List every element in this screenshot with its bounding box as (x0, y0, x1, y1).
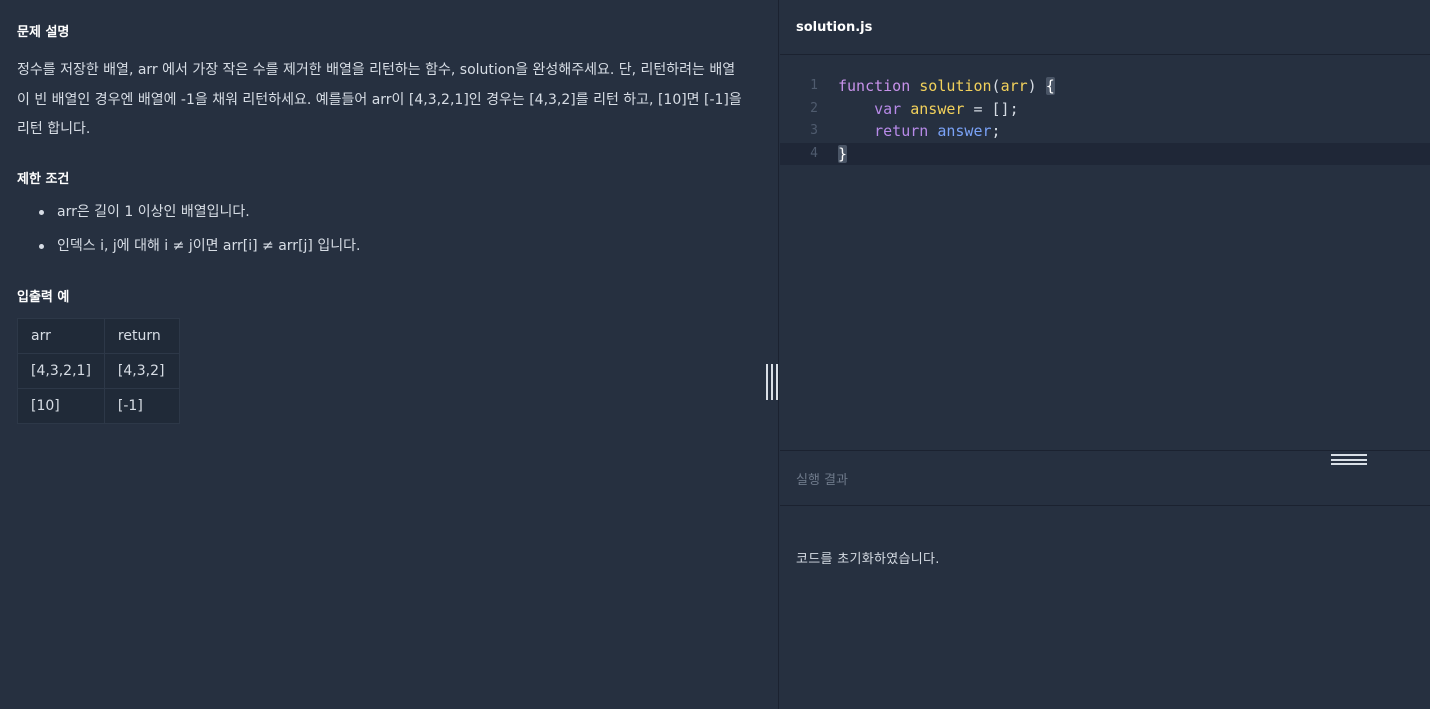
problem-description: 정수를 저장한 배열, arr 에서 가장 작은 수를 제거한 배열을 리턴하는… (17, 62, 742, 137)
table-cell: [4,3,2] (103, 353, 180, 389)
grip-line (1331, 454, 1367, 456)
line-number: 2 (810, 100, 818, 116)
grip-line (776, 364, 778, 400)
table-cell: [4,3,2,1] (17, 353, 105, 389)
grip-line (766, 364, 768, 400)
code-line[interactable]: 1 function solution(arr) { (780, 75, 1430, 98)
io-example-table: arr return [4,3,2,1] [4,3,2] [10] [-1] (17, 318, 180, 424)
problem-panel: 문제 설명 정수를 저장한 배열, arr 에서 가장 작은 수를 제거한 배열… (0, 0, 779, 709)
grip-line (771, 364, 773, 400)
editor-header: solution.js (780, 0, 1430, 55)
line-number: 4 (810, 145, 818, 161)
table-header-cell: arr (17, 318, 105, 354)
line-number: 1 (810, 78, 818, 93)
problem-heading: 문제 설명 (17, 25, 70, 40)
bullet-icon (39, 210, 44, 215)
code-text[interactable]: return answer; (838, 120, 1000, 143)
table-row: [4,3,2,1] [4,3,2] (17, 353, 180, 389)
code-line-active[interactable]: 4 } (780, 142, 1430, 166)
io-heading: 입출력 예 (17, 290, 70, 305)
table-header-cell: return (103, 318, 180, 354)
constraints-heading: 제한 조건 (17, 172, 70, 187)
code-line[interactable]: 2 var answer = []; (780, 98, 1430, 121)
code-text[interactable]: function solution(arr) { (838, 75, 1055, 98)
editor-filename: solution.js (796, 20, 873, 35)
line-number: 3 (810, 123, 818, 138)
bullet-icon (39, 244, 44, 249)
editor-panel: solution.js 1 function solution(arr) { 2… (780, 0, 1430, 709)
grip-line (1331, 463, 1367, 465)
result-title: 실행 결과 (796, 473, 848, 488)
table-cell: [-1] (103, 388, 180, 424)
vertical-resize-handle[interactable] (766, 364, 778, 400)
code-editor[interactable]: 1 function solution(arr) { 2 var answer … (780, 75, 1430, 165)
table-header-row: arr return (17, 318, 180, 354)
table-cell: [10] (17, 388, 105, 424)
code-text[interactable]: } (838, 143, 848, 166)
constraint-text: arr은 길이 1 이상인 배열입니다. (57, 204, 250, 220)
grip-line (1331, 458, 1367, 461)
horizontal-resize-handle[interactable] (1331, 454, 1367, 465)
app-root: 문제 설명 정수를 저장한 배열, arr 에서 가장 작은 수를 제거한 배열… (0, 0, 1430, 709)
result-message: 코드를 초기화하였습니다. (796, 552, 940, 567)
constraint-text: 인덱스 i, j에 대해 i ≠ j이면 arr[i] ≠ arr[j] 입니다… (57, 238, 361, 254)
code-line[interactable]: 3 return answer; (780, 120, 1430, 143)
code-text[interactable]: var answer = []; (838, 98, 1019, 121)
list-item: arr은 길이 1 이상인 배열입니다. (17, 198, 360, 232)
table-row: [10] [-1] (17, 388, 180, 424)
constraints-list: arr은 길이 1 이상인 배열입니다. 인덱스 i, j에 대해 i ≠ j이… (17, 198, 360, 266)
list-item: 인덱스 i, j에 대해 i ≠ j이면 arr[i] ≠ arr[j] 입니다… (17, 232, 360, 266)
